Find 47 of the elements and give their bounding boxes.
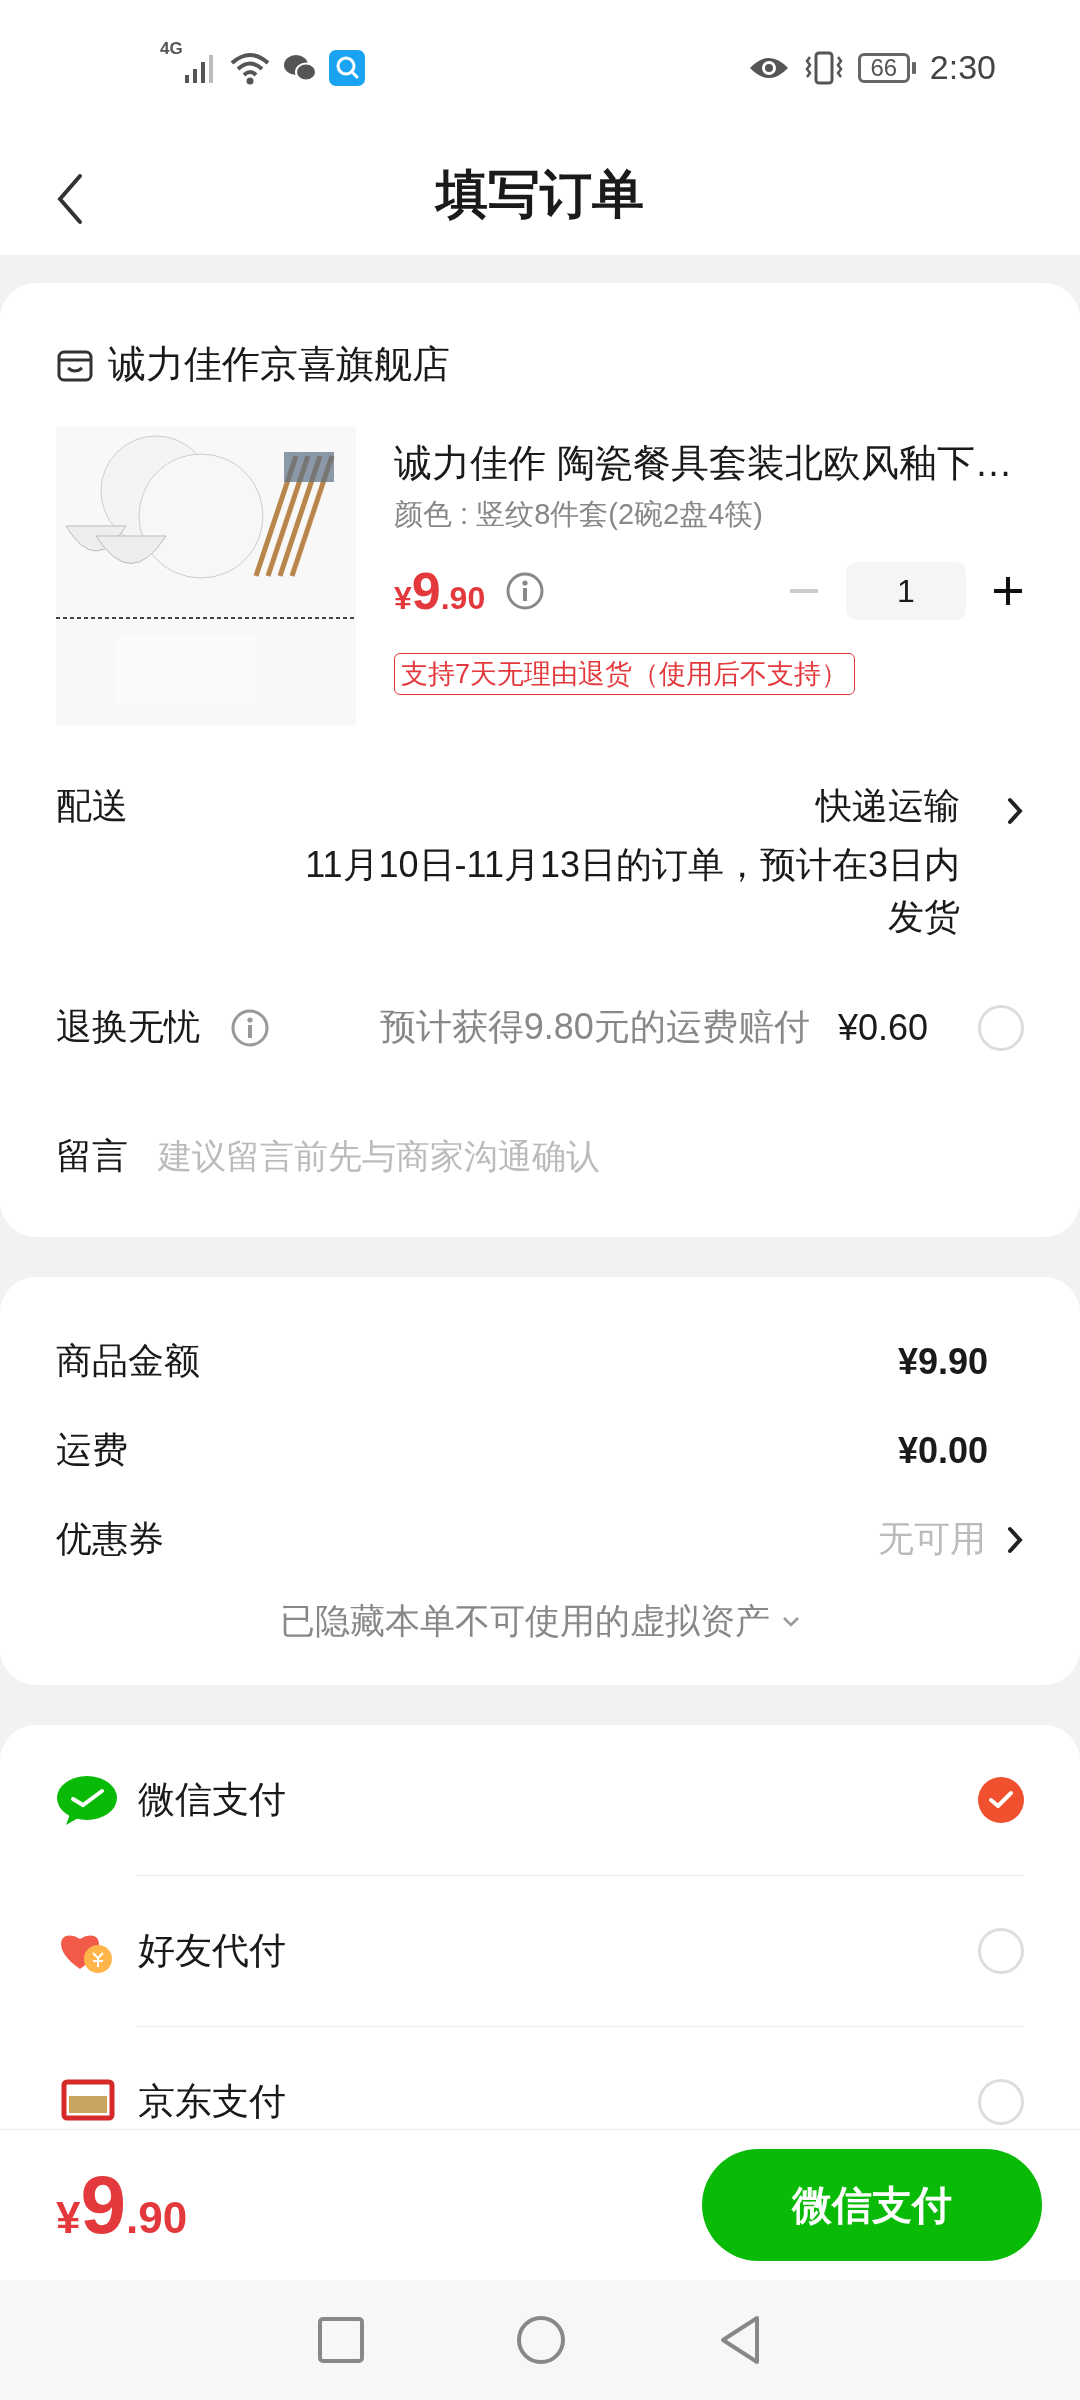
delivery-label: 配送 — [56, 784, 128, 828]
return-policy-tag: 支持7天无理由退货（使用后不支持） — [394, 653, 856, 695]
chevron-icon — [1006, 1524, 1024, 1555]
chat-bubbles-icon — [282, 52, 317, 83]
plus-icon[interactable] — [992, 575, 1024, 607]
delivery-method[interactable]: 快递运输 — [816, 782, 960, 831]
payment-method[interactable]: 微信支付 — [138, 1775, 286, 1825]
summary-value: ¥9.90 — [897, 1340, 988, 1383]
wifi-icon — [228, 50, 271, 85]
back-icon[interactable] — [56, 173, 84, 225]
payment-method[interactable]: 好友代付 — [138, 1926, 286, 1976]
vibrate-icon — [803, 50, 844, 85]
network-type: 4G — [160, 38, 183, 59]
delivery-note: 11月10日-11月13日的订单，预计在3日内发货 — [304, 843, 960, 939]
radio-button[interactable] — [978, 1004, 1024, 1051]
summary-value: 无可用 — [878, 1517, 986, 1561]
summary-label: 优惠券 — [56, 1517, 164, 1561]
page-title: 填写订单 — [436, 164, 644, 225]
return-insurance-label: 退换无忧 — [56, 1005, 200, 1049]
product-title[interactable]: 诚力佳作 陶瓷餐具套装北欧风釉下… — [394, 438, 1024, 489]
check-icon — [988, 1790, 1014, 1810]
summary-value: ¥0.00 — [897, 1429, 988, 1472]
product-variant: 颜色 : 竖纹8件套(2碗2盘4筷) — [394, 497, 764, 532]
search-app-icon — [328, 49, 365, 86]
message-label: 留言 — [56, 1134, 128, 1178]
chat-bubble-icon — [56, 1774, 118, 1826]
clock-time: 2:30 — [929, 48, 996, 87]
info-icon — [505, 571, 546, 611]
payment-method[interactable]: 京东支付 — [138, 2077, 286, 2127]
summary-label: 运费 — [56, 1428, 128, 1472]
product-price: ¥9.90 — [394, 561, 486, 621]
checked-radio[interactable] — [978, 1777, 1024, 1823]
store-name[interactable]: 诚力佳作京喜旗舰店 — [108, 339, 450, 390]
hidden-assets-link[interactable]: 已隐藏本单不可使用的虚拟资产 — [280, 1598, 770, 1645]
radio-button[interactable] — [978, 1928, 1024, 1974]
radio-button[interactable] — [978, 2079, 1024, 2125]
quantity-field[interactable]: 1 — [846, 562, 966, 620]
summary-label: 商品金额 — [56, 1339, 200, 1383]
battery-level: 66 — [857, 52, 910, 83]
compensation-note: 预计获得9.80元的运费赔付 — [379, 1005, 810, 1049]
square-nav-icon[interactable] — [317, 2316, 365, 2364]
home-nav-icon[interactable] — [515, 2314, 567, 2366]
info-icon — [230, 1007, 270, 1048]
chevron-down-icon — [782, 1615, 800, 1628]
chevron-icon — [1006, 796, 1024, 826]
total-price: ¥9.90 — [56, 2158, 188, 2252]
insurance-price: ¥0.60 — [837, 1006, 928, 1049]
